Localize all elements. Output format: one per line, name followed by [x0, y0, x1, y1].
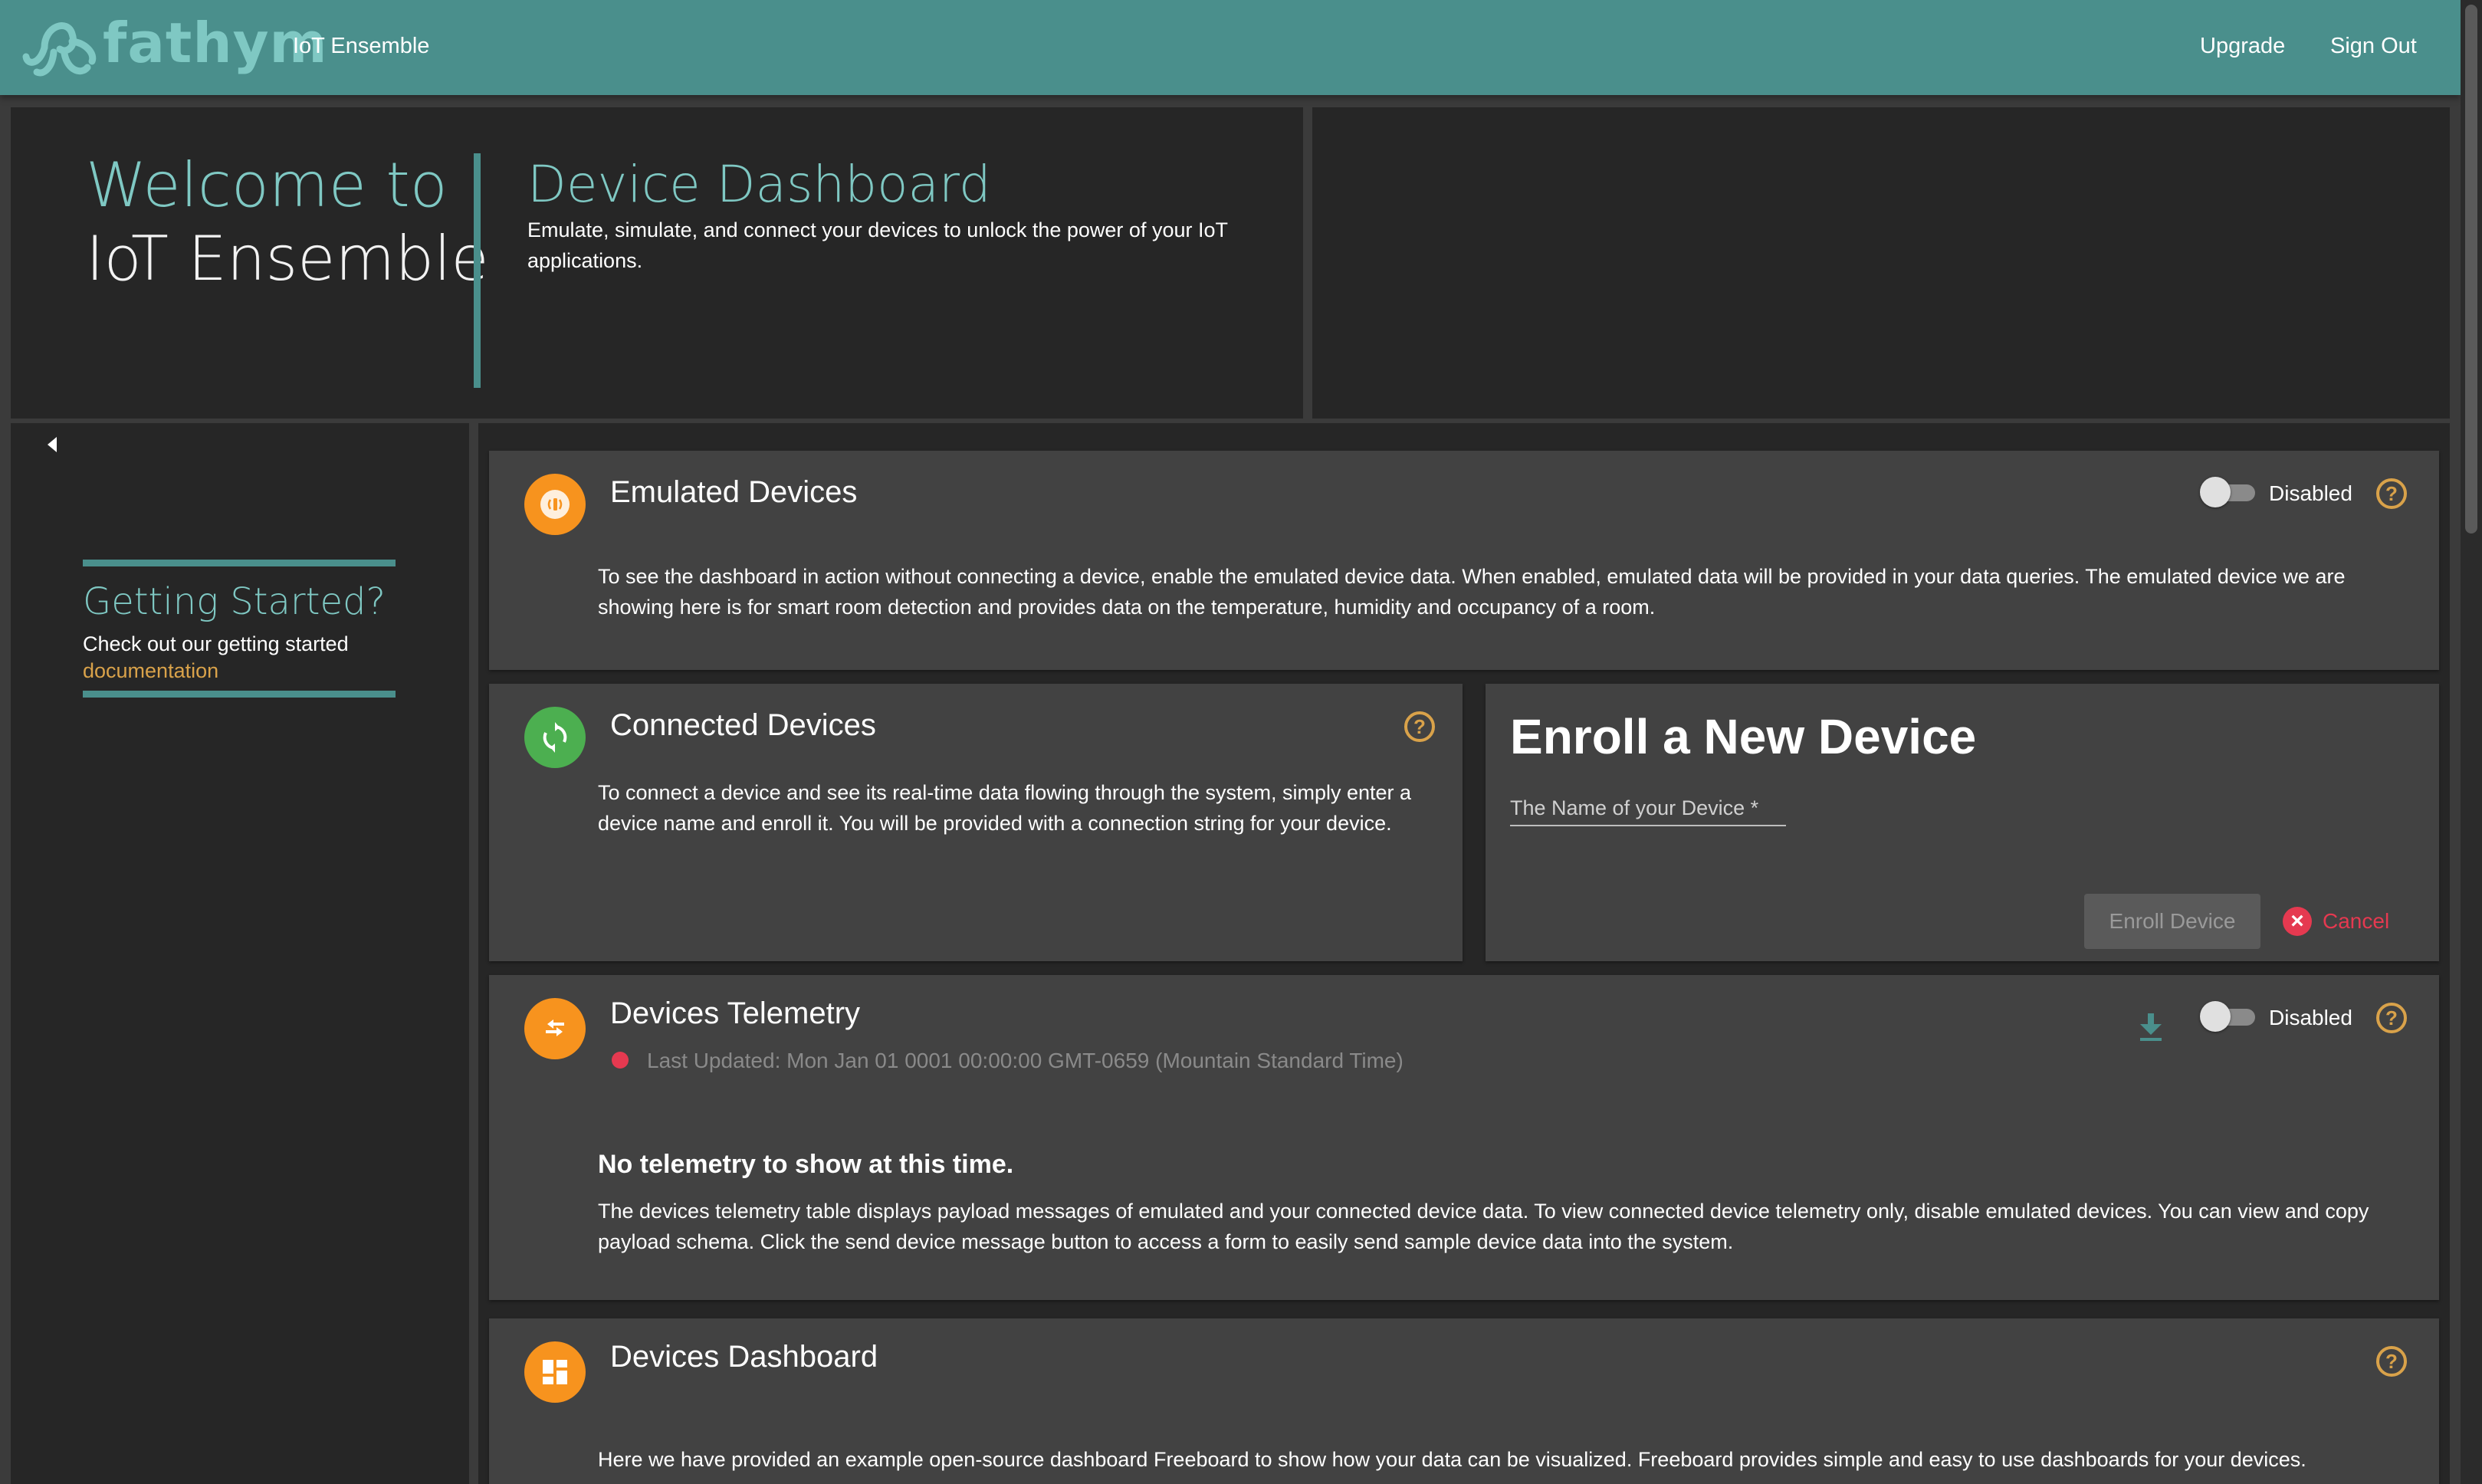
devices-telemetry-card: Devices Telemetry Last Updated: Mon Jan … [489, 975, 2439, 1300]
cancel-label: Cancel [2323, 909, 2390, 933]
toggle-knob [2200, 1001, 2231, 1032]
welcome-line-2: IoT Ensemble [86, 223, 489, 294]
telemetry-description: The devices telemetry table displays pay… [598, 1200, 2369, 1253]
connected-devices-title: Connected Devices [610, 708, 876, 742]
toggle-knob [2200, 477, 2231, 507]
broadcast-icon [540, 490, 570, 519]
page-title: Device Dashboard [527, 155, 991, 214]
devices-dashboard-title: Devices Dashboard [610, 1340, 878, 1374]
enroll-device-card: Enroll a New Device Enroll Device × Canc… [1486, 684, 2439, 961]
upgrade-link[interactable]: Upgrade [2200, 34, 2285, 59]
last-updated-text: Last Updated: Mon Jan 01 0001 00:00:00 G… [647, 1049, 1404, 1072]
hero-side-panel [1312, 107, 2450, 419]
download-icon[interactable] [2137, 1012, 2165, 1042]
page-subtitle: Emulate, simulate, and connect your devi… [527, 218, 1228, 272]
connected-devices-description: To connect a device and see its real-tim… [598, 781, 1412, 835]
dashboard-icon [543, 1360, 567, 1384]
sync-icon [543, 722, 567, 753]
device-name-input[interactable] [1510, 791, 1786, 826]
connected-devices-icon [524, 707, 586, 768]
emulated-toggle-label: Disabled [2269, 481, 2352, 505]
getting-started-top-bar [83, 560, 396, 566]
devices-telemetry-icon [524, 998, 586, 1059]
enroll-title: Enroll a New Device [1510, 709, 1977, 764]
page-scrollbar[interactable] [2461, 0, 2482, 1484]
telemetry-toggle[interactable] [2200, 1001, 2257, 1032]
status-indicator [612, 1052, 629, 1069]
emulated-help-icon[interactable]: ? [2376, 478, 2407, 509]
cancel-icon: × [2283, 907, 2312, 936]
fathym-logo[interactable]: fathym [21, 11, 328, 80]
emulated-devices-card: Emulated Devices Disabled ? To see the d… [489, 451, 2439, 670]
getting-started-text: Check out our getting started [83, 632, 349, 655]
hero-divider [474, 153, 481, 388]
getting-started-title: Getting Started? [83, 580, 386, 623]
devices-dashboard-description: Here we have provided an example open-so… [598, 1448, 2306, 1471]
telemetry-help-icon[interactable]: ? [2376, 1003, 2407, 1033]
emulated-devices-icon [524, 474, 586, 535]
devices-dashboard-icon [524, 1341, 586, 1403]
documentation-link[interactable]: documentation [83, 659, 218, 683]
top-navbar: fathym IoT Ensemble Upgrade Sign Out [0, 0, 2461, 95]
enroll-device-button[interactable]: Enroll Device [2084, 894, 2260, 949]
swap-arrows-icon [546, 1019, 564, 1036]
hero-panel: Welcome to IoT Ensemble Device Dashboard… [11, 107, 1303, 419]
sign-out-link[interactable]: Sign Out [2330, 34, 2417, 59]
sidebar: Getting Started? Check out our getting s… [11, 423, 469, 1484]
cancel-button[interactable]: × Cancel [2283, 906, 2389, 937]
welcome-heading: Welcome to IoT Ensemble [86, 149, 489, 296]
connected-devices-card: Connected Devices ? To connect a device … [489, 684, 1463, 961]
devices-dashboard-card: Devices Dashboard ? Here we have provide… [489, 1318, 2439, 1484]
dashboard-help-icon[interactable]: ? [2376, 1346, 2407, 1377]
telemetry-toggle-label: Disabled [2269, 1006, 2352, 1029]
main-content: Emulated Devices Disabled ? To see the d… [478, 423, 2450, 1484]
getting-started-bottom-bar [83, 691, 396, 698]
emulated-devices-toggle[interactable] [2200, 477, 2257, 507]
devices-telemetry-title: Devices Telemetry [610, 996, 861, 1030]
emulated-devices-title: Emulated Devices [610, 475, 858, 509]
getting-started-box: Getting Started? Check out our getting s… [83, 560, 396, 698]
no-telemetry-heading: No telemetry to show at this time. [598, 1150, 1014, 1179]
welcome-line-1: Welcome to [86, 149, 448, 221]
scrollbar-thumb[interactable] [2465, 5, 2477, 534]
connected-help-icon[interactable]: ? [1404, 711, 1435, 742]
app-name: IoT Ensemble [293, 34, 430, 58]
sidebar-collapse-icon[interactable] [48, 437, 57, 452]
octopus-logo-icon [22, 22, 97, 77]
emulated-devices-description: To see the dashboard in action without c… [598, 565, 2346, 619]
